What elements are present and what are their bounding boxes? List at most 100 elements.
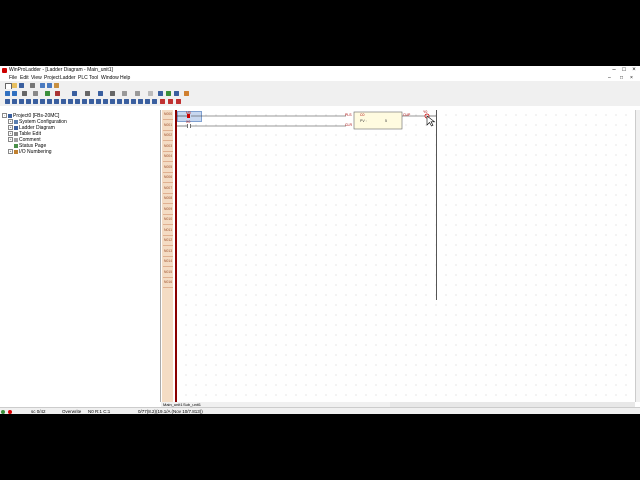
- insert-col-icon[interactable]: [131, 98, 136, 104]
- contact-nc-icon[interactable]: [19, 98, 24, 104]
- ladder-icon: [14, 125, 18, 130]
- expand-icon[interactable]: +: [8, 131, 13, 137]
- title-bar: WinProLadder - [Ladder Diagram - Main_un…: [0, 66, 640, 74]
- menu-plc[interactable]: PLC: [78, 75, 88, 81]
- system-config-icon: [14, 119, 18, 124]
- rung-number[interactable]: N010: [163, 215, 173, 225]
- block-pin-cup: CUP: [403, 113, 411, 117]
- rung-number[interactable]: N013: [163, 247, 173, 257]
- menu-tool[interactable]: Tool: [89, 75, 98, 81]
- ladder-editor[interactable]: N000 N001 N002 N003 N004 N005 N006 N007 N008 N009…: [161, 110, 635, 402]
- rung-number[interactable]: N005: [163, 163, 173, 173]
- hline-icon[interactable]: [82, 98, 87, 104]
- comment-icon[interactable]: [135, 90, 140, 96]
- lock-icon[interactable]: [148, 90, 153, 96]
- table-edit-icon: [14, 131, 18, 136]
- insert-row-icon[interactable]: [117, 98, 122, 104]
- falling-edge-icon[interactable]: [33, 98, 38, 104]
- remove-line-icon[interactable]: [176, 98, 181, 104]
- doc-close-button[interactable]: ×: [630, 75, 633, 81]
- reset-coil-icon[interactable]: [75, 98, 80, 104]
- menu-help[interactable]: Help: [120, 75, 130, 81]
- vline-icon[interactable]: [89, 98, 94, 104]
- redo-icon[interactable]: [12, 90, 17, 96]
- rung-number[interactable]: N015: [163, 268, 173, 278]
- menu-project[interactable]: Project: [44, 75, 60, 81]
- window-icon[interactable]: [158, 90, 163, 96]
- delete-icon[interactable]: [160, 98, 165, 104]
- coil-icon[interactable]: [54, 98, 59, 104]
- undo-icon[interactable]: [5, 90, 10, 96]
- contact-no-icon[interactable]: [12, 98, 17, 104]
- save-icon[interactable]: [19, 82, 24, 88]
- delete-col-icon[interactable]: [138, 98, 143, 104]
- table-icon[interactable]: [122, 90, 127, 96]
- ladder-rung-graphics: [177, 111, 436, 130]
- timer-icon[interactable]: [103, 98, 108, 104]
- parallel-nc-icon[interactable]: [47, 98, 52, 104]
- cut-icon[interactable]: [40, 82, 45, 88]
- paste-icon[interactable]: [54, 82, 59, 88]
- rung-number[interactable]: N016: [163, 278, 173, 288]
- vertical-scrollbar[interactable]: [635, 110, 640, 402]
- select-mode-icon[interactable]: [5, 98, 10, 104]
- doc-restore-button[interactable]: □: [620, 75, 623, 81]
- compile-icon[interactable]: [85, 90, 90, 96]
- menu-edit[interactable]: Edit: [20, 75, 29, 81]
- block-pv-value: 5: [385, 119, 387, 123]
- clear-icon[interactable]: [168, 98, 173, 104]
- collapse-icon[interactable]: -: [2, 113, 7, 119]
- monitor-icon[interactable]: [72, 90, 77, 96]
- run-icon[interactable]: [55, 90, 60, 96]
- expand-icon[interactable]: +: [8, 119, 13, 125]
- menu-window[interactable]: Window: [101, 75, 119, 81]
- rung-number[interactable]: N012: [163, 236, 173, 246]
- goto-icon[interactable]: [33, 90, 38, 96]
- upload-icon[interactable]: [174, 90, 179, 96]
- expand-icon[interactable]: +: [8, 125, 13, 131]
- open-folder-icon[interactable]: [12, 82, 17, 88]
- rung-number[interactable]: N008: [163, 194, 173, 204]
- menu-view[interactable]: View: [31, 75, 42, 81]
- app-icon: [2, 67, 7, 73]
- contact-m0-label: M0: [186, 111, 191, 115]
- inverse-coil-icon[interactable]: [61, 98, 66, 104]
- status-red-icon: [8, 409, 12, 414]
- menu-file[interactable]: File: [9, 75, 17, 81]
- doc-minimize-button[interactable]: –: [608, 75, 611, 81]
- online-icon[interactable]: [45, 90, 50, 96]
- counter-icon[interactable]: [110, 98, 115, 104]
- expand-icon[interactable]: +: [8, 137, 13, 143]
- close-button[interactable]: ×: [628, 66, 640, 74]
- find-icon[interactable]: [22, 90, 27, 96]
- rung-number[interactable]: N006: [163, 173, 173, 183]
- copy-icon[interactable]: [47, 82, 52, 88]
- menu-ladder[interactable]: Ladder: [60, 75, 76, 81]
- block-pin-clr: CLR: [345, 123, 353, 127]
- app-window: WinProLadder - [Ladder Diagram - Main_un…: [0, 66, 640, 414]
- block-pv-label: PV :: [360, 119, 367, 123]
- block-icon[interactable]: [152, 98, 157, 104]
- status-steps: sc 0/42: [31, 409, 46, 414]
- stop-icon[interactable]: [184, 90, 189, 96]
- set-coil-icon[interactable]: [68, 98, 73, 104]
- rung-number[interactable]: N011: [163, 226, 173, 236]
- zoom-icon[interactable]: [98, 90, 103, 96]
- settings-icon[interactable]: [110, 90, 115, 96]
- expand-icon[interactable]: +: [8, 149, 13, 155]
- io-numbering-icon: [14, 149, 18, 154]
- rung-number[interactable]: N007: [163, 184, 173, 194]
- tree-item-io-numbering[interactable]: + I/O Numbering: [8, 149, 52, 155]
- rung-number[interactable]: N014: [163, 257, 173, 267]
- parallel-no-icon[interactable]: [40, 98, 45, 104]
- branch-icon[interactable]: [145, 98, 150, 104]
- rising-edge-icon[interactable]: [26, 98, 31, 104]
- rung-number[interactable]: N009: [163, 205, 173, 215]
- status-position: N0 R:1 C:1: [88, 409, 111, 414]
- print-icon[interactable]: [30, 82, 35, 88]
- delete-row-icon[interactable]: [124, 98, 129, 104]
- function-icon[interactable]: [96, 98, 101, 104]
- status-info: 0/77(8.2)(19.1/A (Nov 10/7.813)): [138, 409, 203, 414]
- download-icon[interactable]: [166, 90, 171, 96]
- rung-number[interactable]: N004: [163, 152, 173, 162]
